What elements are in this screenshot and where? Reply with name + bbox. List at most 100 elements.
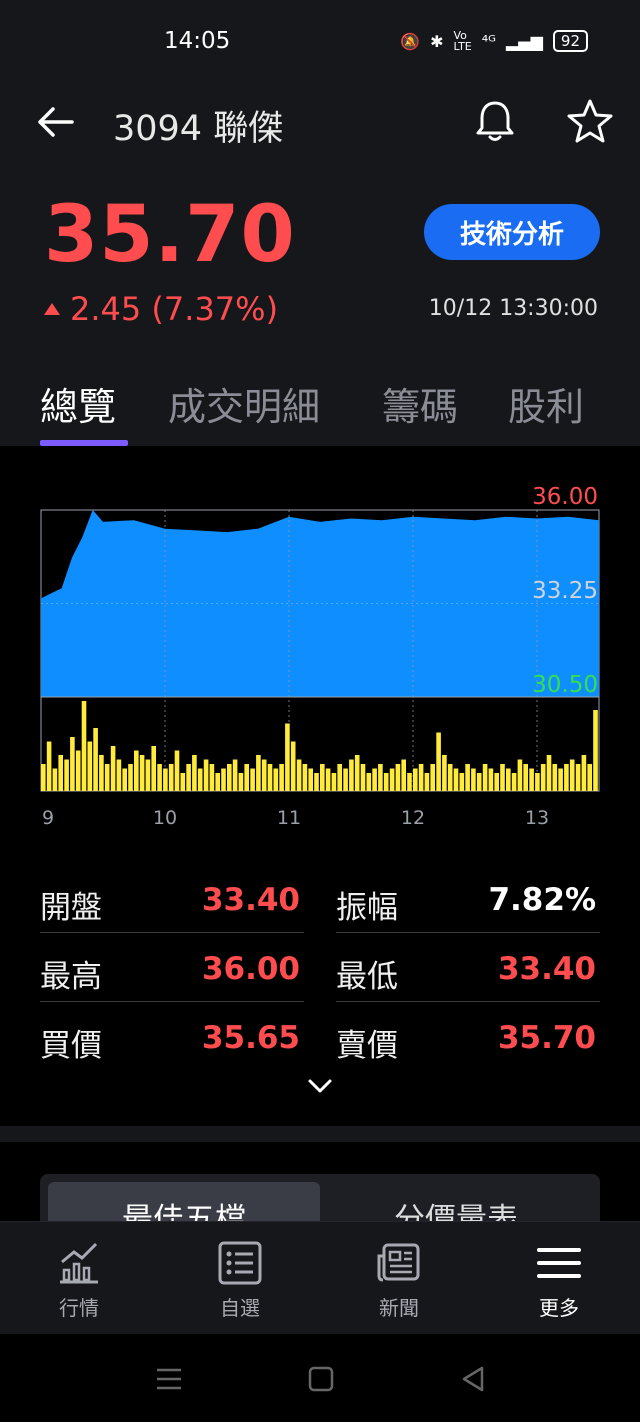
stat-value: 33.40 [497,951,596,987]
volume-bar [325,768,331,791]
volume-bar [354,755,360,791]
volume-bar [540,764,546,791]
volume-bar [447,764,453,791]
volume-bar [203,759,209,791]
stat-label: 最低 [336,959,398,995]
status-icons: 🔕 ✱ Vo LTE ⁴ᴳ ▂▄▆ 92 [400,30,588,52]
volume-bar [529,768,534,791]
menu-icon [537,1248,581,1278]
signal-icon: ⁴ᴳ [481,31,496,51]
volume-bar [418,764,424,791]
stat-label: 開盤 [40,890,102,926]
volume-bar [93,728,98,791]
stat-value: 33.40 [201,882,300,918]
volume-bar [564,764,569,791]
volume-bar [302,764,308,791]
volume-bar [383,773,389,791]
home-icon[interactable] [306,1364,336,1394]
volume-bar [575,764,581,791]
volume-bar [389,768,395,791]
tab-dividends[interactable]: 股利 [508,376,584,431]
volume-bar [180,773,186,791]
volume-bar [366,773,372,791]
technical-analysis-button[interactable]: 技術分析 [424,204,600,260]
volume-bar [471,768,476,791]
volume-bar [465,764,470,791]
intraday-chart[interactable]: 9 10 11 12 13 36.00 33.25 30.50 [0,446,640,836]
volume-bar [581,755,587,791]
volume-bar [81,701,87,791]
back-triangle-icon[interactable] [458,1364,488,1394]
recent-apps-icon[interactable] [154,1364,184,1394]
volume-bar [331,773,337,791]
stock-title: 3094 聯傑 [113,109,284,149]
stat-label: 振幅 [336,890,398,926]
mute-icon: 🔕 [400,31,421,51]
volume-bar [197,768,203,791]
back-arrow-icon[interactable] [36,104,76,140]
stat-label: 買價 [40,1028,102,1064]
star-icon[interactable] [566,98,614,144]
main-content: 9 10 11 12 13 36.00 33.25 30.50 開盤 33.40 振幅 … [0,446,640,1234]
stat-value: 35.65 [201,1020,300,1056]
price-min-label: 30.50 [532,672,598,698]
price-area [41,510,599,697]
volte-icon: Vo LTE [453,29,472,53]
volume-bar [192,755,197,791]
volume-bar [558,768,563,791]
volume-bar [122,768,127,791]
price-max-label: 36.00 [532,484,598,510]
x-tick-label: 11 [277,807,301,829]
volume-bar [110,746,116,791]
volume-bar [209,764,215,791]
expand-chevron-icon[interactable] [306,1077,334,1095]
volume-bar [360,764,366,791]
volume-bar [343,768,348,791]
volume-bar [308,768,313,791]
quote-timestamp: 10/12 13:30:00 [428,296,598,321]
volume-bar [139,755,145,791]
price-change-value: 2.45 (7.37%) [70,290,279,328]
tab-chips[interactable]: 籌碼 [382,376,458,431]
volume-bar [163,768,168,791]
tab-trade-details[interactable]: 成交明細 [168,376,320,431]
volume-bar [145,759,151,791]
volume-bar [70,737,75,791]
nav-watchlist[interactable]: 自選 [180,1240,300,1324]
nav-news[interactable]: 新聞 [339,1240,459,1324]
volume-bar [424,773,430,791]
volume-bar [523,764,528,791]
up-triangle-icon [44,303,60,315]
volume-bar [378,764,383,791]
volume-bar [506,768,511,791]
volume-bar [52,768,58,791]
volume-bar [279,764,284,791]
volume-bar [407,773,412,791]
bell-icon[interactable] [472,98,518,144]
section-divider [0,1126,640,1142]
volume-bar [546,755,552,791]
nav-label: 新聞 [379,1296,419,1320]
volume-bar [430,764,435,791]
volume-bar [75,750,81,791]
volume-bar [256,755,261,791]
nav-more[interactable]: 更多 [499,1240,619,1324]
nav-label: 更多 [539,1296,579,1320]
stock-header: 3094 聯傑 35.70 技術分析 2.45 (7.37%) 10/12 13… [0,86,640,446]
stat-low: 最低 33.40 [336,933,600,1002]
volume-bar [221,768,226,791]
nav-market[interactable]: 行情 [19,1240,139,1324]
volume-bar [261,759,267,791]
market-chart-icon [60,1242,98,1284]
volume-bar [320,764,325,791]
x-tick-label: 12 [401,807,425,829]
tab-overview[interactable]: 總覽 [40,376,116,431]
volume-bar [87,741,93,791]
volume-bar [314,773,319,791]
volume-bar [238,773,244,791]
bluetooth-icon: ✱ [430,31,444,51]
volume-bar [186,764,191,791]
volume-bar [401,759,406,791]
stat-label: 最高 [40,959,102,995]
volume-bar [116,759,122,791]
